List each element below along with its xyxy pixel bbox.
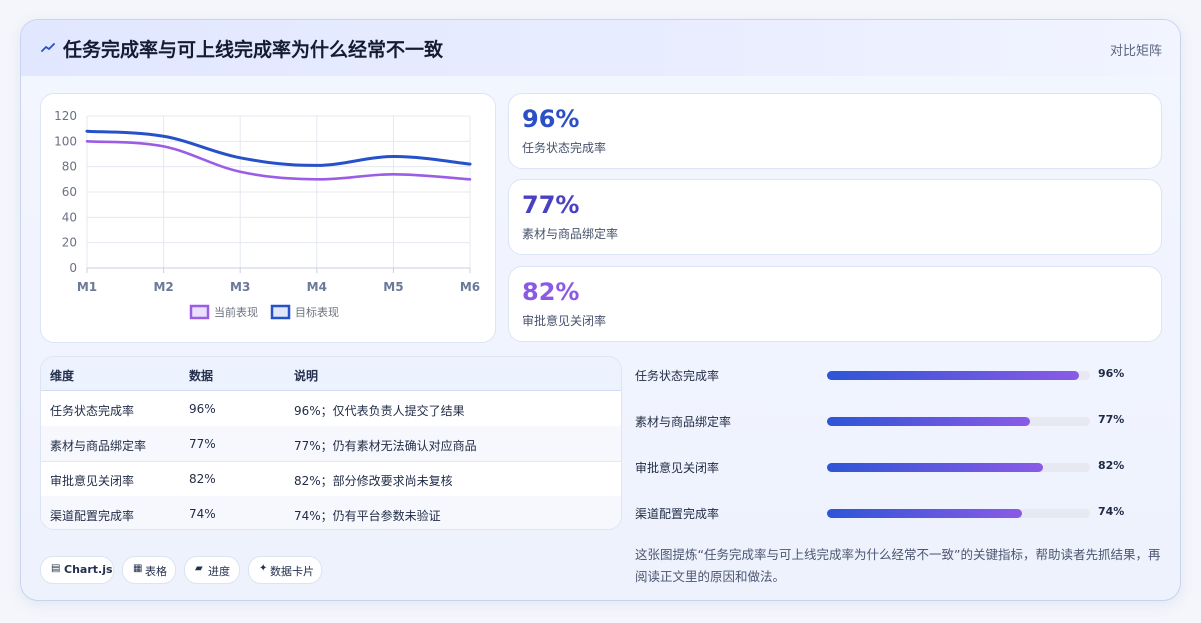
y-tick-label: 120 [54, 109, 77, 123]
progress-label: 审批意见关闭率 [635, 461, 720, 475]
data-table: 维度 数据 说明 任务状态完成率 96% 96%；仅代表负责人提交了结果 素材与… [40, 356, 622, 530]
legend-label: 当前表现 [214, 305, 258, 319]
x-tick-label: M2 [153, 280, 173, 294]
y-tick-label: 40 [62, 210, 77, 224]
chip-label: 进度 [208, 565, 230, 578]
progress-icon: ▰ [195, 563, 203, 574]
progress-row: 渠道配置完成率 74% [635, 503, 1165, 523]
progress-track [827, 417, 1090, 426]
progress-track [827, 463, 1090, 472]
table-cell: 96% [189, 402, 216, 416]
table-row: 任务状态完成率 96% 96%；仅代表负责人提交了结果 [41, 391, 621, 427]
table-cell: 82% [189, 472, 216, 486]
stat-value: 77% [522, 191, 580, 219]
y-tick-label: 80 [62, 160, 77, 174]
chip-label: Chart.js [64, 563, 113, 576]
x-tick-label: M6 [460, 280, 480, 294]
comparison-matrix-link[interactable]: 对比矩阵 [1110, 40, 1162, 59]
chip-chartjs[interactable]: ▤ Chart.js [40, 556, 114, 584]
chip-label: 表格 [145, 565, 167, 578]
table-cell: 74%；仍有平台参数未验证 [294, 509, 441, 523]
x-tick-label: M3 [230, 280, 250, 294]
x-tick-label: M4 [307, 280, 327, 294]
stat-card-binding: 77% 素材与商品绑定率 [508, 179, 1162, 255]
chart-icon: ▤ [51, 563, 61, 574]
legend-swatch [189, 304, 210, 320]
chip-table[interactable]: ▦ 表格 [122, 556, 176, 584]
progress-track [827, 509, 1090, 518]
column-header: 数据 [189, 369, 214, 383]
chip-label: 数据卡片 [270, 565, 314, 578]
sparkle-icon: ✦ [259, 563, 268, 574]
stat-value: 82% [522, 278, 580, 306]
progress-track [827, 371, 1090, 380]
progress-row: 任务状态完成率 96% [635, 365, 1165, 385]
chip-progress[interactable]: ▰ 进度 [184, 556, 240, 584]
progress-label: 任务状态完成率 [635, 369, 720, 383]
table-cell: 77% [189, 437, 216, 451]
stat-card-approval: 82% 审批意见关闭率 [508, 266, 1162, 342]
table-row: 审批意见关闭率 82% 82%；部分修改要求尚未复核 [41, 461, 621, 497]
progress-row: 审批意见关闭率 82% [635, 457, 1165, 477]
legend-swatch [270, 304, 291, 320]
y-tick-label: 100 [54, 134, 77, 148]
table-cell: 82%；部分修改要求尚未复核 [294, 474, 453, 488]
progress-value: 74% [1098, 505, 1125, 518]
column-header: 说明 [294, 369, 319, 383]
stat-value: 96% [522, 105, 580, 133]
y-tick-label: 60 [62, 185, 77, 199]
series-current-line [85, 140, 472, 181]
trend-icon [41, 43, 55, 52]
progress-value: 77% [1098, 413, 1125, 426]
x-tick-label: M5 [383, 280, 403, 294]
y-tick-label: 20 [62, 236, 77, 250]
table-cell: 74% [189, 507, 216, 521]
stat-label: 审批意见关闭率 [522, 314, 607, 328]
progress-fill [827, 509, 1022, 518]
table-cell: 渠道配置完成率 [50, 509, 135, 523]
stat-card-task: 96% 任务状态完成率 [508, 93, 1162, 169]
table-cell: 素材与商品绑定率 [50, 439, 147, 453]
table-cell: 任务状态完成率 [50, 404, 135, 418]
progress-label: 渠道配置完成率 [635, 507, 720, 521]
page-title: 任务完成率与可上线完成率为什么经常不一致 [63, 39, 444, 61]
legend-label: 目标表现 [295, 305, 339, 319]
table-row: 渠道配置完成率 74% 74%；仍有平台参数未验证 [41, 496, 621, 529]
table-row: 素材与商品绑定率 77% 77%；仍有素材无法确认对应商品 [41, 426, 621, 462]
progress-label: 素材与商品绑定率 [635, 415, 732, 429]
card-header: 任务完成率与可上线完成率为什么经常不一致 对比矩阵 [21, 20, 1180, 76]
line-chart-panel: 0 20 40 60 80 100 120 M1 M2 M3 M4 M5 M6 当前表现 目标表现 [40, 93, 496, 343]
series-target-line [85, 129, 472, 167]
table-cell: 审批意见关闭率 [50, 474, 135, 488]
line-chart: 0 20 40 60 80 100 120 M1 M2 M3 M4 M5 M6 当前表现 目标表现 [54, 109, 480, 320]
table-header-row: 维度 数据 说明 [41, 357, 621, 391]
table-icon: ▦ [133, 563, 143, 574]
progress-value: 82% [1098, 459, 1125, 472]
y-tick-label: 0 [69, 261, 77, 275]
summary-text: 这张图提炼“任务完成率与可上线完成率为什么经常不一致”的关键指标，帮助读者先抓结… [635, 547, 1161, 584]
progress-fill [827, 463, 1043, 472]
stat-label: 素材与商品绑定率 [522, 227, 619, 241]
column-header: 维度 [50, 369, 75, 383]
x-tick-label: M1 [77, 280, 97, 294]
progress-value: 96% [1098, 367, 1125, 380]
progress-row: 素材与商品绑定率 77% [635, 411, 1165, 431]
table-cell: 77%；仍有素材无法确认对应商品 [294, 439, 477, 453]
table-cell: 96%；仅代表负责人提交了结果 [294, 404, 465, 418]
progress-fill [827, 417, 1030, 426]
stat-label: 任务状态完成率 [522, 141, 607, 155]
progress-fill [827, 371, 1080, 380]
chip-data-card[interactable]: ✦ 数据卡片 [248, 556, 322, 584]
report-card: 任务完成率与可上线完成率为什么经常不一致 对比矩阵 0 20 40 60 80 100 12… [20, 19, 1181, 601]
